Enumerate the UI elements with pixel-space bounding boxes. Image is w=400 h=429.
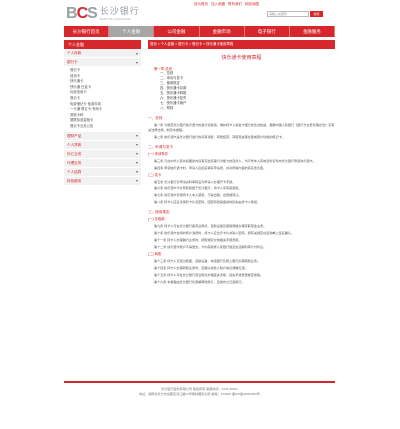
top-link-contact[interactable]: 联系我们: [228, 2, 242, 7]
paragraph: 第十四条 持卡人办理转账业务时，应确认收款人账户信息准确无误。: [154, 265, 248, 270]
submenu-item[interactable]: 借记卡业务公告: [68, 124, 141, 130]
sidebar-item-special[interactable]: 特色服务: [64, 176, 141, 186]
sidebar-item-wealth[interactable]: 理财产品: [64, 131, 141, 141]
paragraph: 第四条 申领快乐通卡时，申请人应如实填写申请表，并对所填内容的真实性负责。: [154, 165, 267, 170]
logo-mark: BCS: [66, 4, 98, 22]
sidebar-item-label: 特色服务: [67, 178, 82, 183]
sidebar-submenu-cards: 借记卡 信用卡 快乐通卡 快乐通·白金卡 标准信用卡 借记卡 免费借记卡·免费年…: [64, 67, 141, 132]
nav-item-ebank[interactable]: 电子银行: [245, 26, 290, 37]
chevron-down-icon: [136, 135, 138, 138]
chevron-down-icon: [136, 144, 138, 147]
paragraph: 第五条 长沙银行对申请资料审核后为申请人办理开卡手续。: [154, 179, 236, 184]
paragraph: 第十六条 本章程由长沙银行负责解释和修订，自发布之日起施行。: [154, 279, 245, 284]
paragraph: 第十二条 快乐通卡账户不得透支，卡内存款按人民银行规定的活期利率计付利息。: [154, 244, 267, 249]
chevron-down-icon: [136, 61, 138, 64]
sidebar-item-label: 银行卡: [67, 60, 78, 64]
logo-letter-b: B: [66, 4, 78, 22]
page-title: 快乐通卡使用章程: [221, 55, 262, 61]
paragraph: 第十五条 持卡人可在长沙银行营业网点办理挂失手续，挂失手续费按规定收取。: [154, 272, 264, 277]
logo-text: 长沙银行 BANK OF CHANGSHA: [100, 7, 140, 21]
nav-item-personal[interactable]: 个人金融: [109, 26, 155, 37]
table-of-contents: 一、总则 二、申请与发卡 三、使用规定 四、快乐通卡存款 五、快乐通卡转账 六、…: [160, 71, 335, 111]
nav-item-home[interactable]: 长沙银行首页: [64, 26, 110, 37]
section-heading: 二、申请与发卡: [148, 144, 174, 149]
sidebar-item-label: 个人贷款: [67, 142, 82, 147]
chevron-down-icon: [136, 180, 138, 183]
main-content: 首页 > 个人金融 > 银行卡 > 借记卡 > 快乐通卡使用章程 快乐通卡使用章…: [148, 40, 335, 284]
logo-letter-s: S: [87, 4, 98, 22]
nav-item-services[interactable]: 金融服务: [290, 26, 336, 37]
logo-letter-c: C: [76, 4, 89, 22]
breadcrumb[interactable]: 首页 > 个人金融 > 银行卡 > 借记卡 > 快乐通卡使用章程: [148, 40, 335, 49]
logo-english-name: BANK OF CHANGSHA: [99, 16, 131, 21]
chevron-down-icon: [136, 171, 138, 174]
top-link-home[interactable]: 设为首页: [194, 2, 208, 7]
paragraph: 第九条 持卡人可在长沙银行各营业网点、自助设备及银联网络办理存取现金业务。: [154, 224, 267, 229]
nav-item-corporate[interactable]: 公司金融: [154, 26, 200, 37]
sidebar-item-label: 外汇业务: [67, 151, 82, 156]
sidebar-item-forex[interactable]: 外汇业务: [64, 149, 141, 159]
paragraph: 第八条 持卡人应妥善保管卡片及密码，因密码泄露造成的损失由持卡人承担。: [154, 200, 261, 205]
paragraph: 第一条 为规范长沙银行快乐通卡的发行和使用，维护持卡人和发卡银行的合法权益，根据…: [148, 123, 335, 132]
paragraph: 第二条 快乐通卡是长沙银行发行的具有消费、转账结算、存取现金等全部或部分功能的借…: [154, 134, 285, 139]
chevron-down-icon: [136, 52, 138, 55]
sidebar-item-deposit[interactable]: 个人存款: [64, 49, 141, 58]
subsection-heading: (一) 存取款: [148, 217, 165, 222]
logo-chinese-name: 长沙银行: [99, 6, 140, 17]
subsection-heading: (二) 发卡: [148, 172, 162, 177]
top-link-favorite[interactable]: 加入收藏: [211, 2, 225, 7]
bank-logo[interactable]: BCS 长沙银行 BANK OF CHANGSHA: [66, 5, 140, 22]
search-button[interactable]: 搜索: [310, 11, 323, 17]
subsection-heading: (一) 申请条件: [148, 151, 169, 156]
top-link-sitemap[interactable]: 网站地图: [245, 2, 259, 7]
sidebar-item-label: 理财产品: [67, 133, 82, 138]
sidebar-item-label: 个人存款: [67, 51, 82, 55]
sidebar-item-label: 个人结算: [67, 169, 82, 174]
paragraph: 第十一条 持卡人办理跨行业务时，按照规定交纳相关手续费用。: [154, 237, 242, 242]
sidebar-item-settlement[interactable]: 个人结算: [64, 167, 141, 177]
sidebar-item-agency[interactable]: 代理业务: [64, 158, 141, 168]
chevron-down-icon: [136, 153, 138, 156]
sidebar-item-label: 代理业务: [67, 160, 82, 165]
sidebar-item-loans[interactable]: 个人贷款: [64, 140, 141, 150]
nav-item-markets[interactable]: 金融市场: [200, 26, 245, 37]
paragraph: 第六条 快乐通卡卡片所有权属于长沙银行，持卡人享有使用权。: [154, 186, 242, 191]
footer-address: 地址：湖南省长沙市岳麓区滨江路53号楷林国际大厦 邮编：410205 湘ICP备…: [138, 392, 261, 396]
section-heading: 三、使用规定: [148, 210, 170, 215]
section-heading: 一、总则: [148, 116, 163, 120]
paragraph: 第十条 快乐通卡在特约商户消费时，持卡人应出示卡片并输入密码，按有关规定在签购单…: [154, 231, 295, 236]
subsection-heading: (二) 转账: [148, 251, 162, 256]
sidebar: 个人金融 个人存款 银行卡 借记卡 信用卡 快乐通卡 快乐通·白金卡 标准信用卡…: [64, 40, 141, 186]
search-input[interactable]: 请输入关键字: [267, 11, 309, 17]
chevron-down-icon: [136, 162, 138, 165]
site-header: BCS 长沙银行 BANK OF CHANGSHA 设为首页 加入收藏 联系我们…: [64, 0, 335, 26]
sidebar-item-cards[interactable]: 银行卡: [64, 58, 141, 67]
main-nav: 长沙银行首页 个人金融 公司金融 金融市场 电子银行 金融服务: [64, 26, 336, 37]
paragraph: 第三条 凡在中华人民共和国境内具有完全民事行为能力的自然人，均可凭本人有效身份证…: [154, 158, 316, 163]
page-wrapper: BCS 长沙银行 BANK OF CHANGSHA 设为首页 加入收藏 联系我们…: [64, 0, 336, 429]
paragraph: 第七条 快乐通卡仅限持卡人本人使用，不得出租、出借或转让。: [154, 193, 242, 198]
top-links: 设为首页 加入收藏 联系我们 网站地图: [194, 2, 259, 7]
toc-item[interactable]: 八、附则: [160, 106, 335, 111]
paragraph: 第十三条 持卡人可通过柜面、自助设备、电话银行及网上银行办理转账业务。: [154, 258, 261, 263]
sidebar-title: 个人金融: [64, 40, 141, 49]
site-footer: 长沙银行股份有限公司 版权所有 客服热线：0731-96511 地址：湖南省长沙…: [64, 381, 335, 397]
